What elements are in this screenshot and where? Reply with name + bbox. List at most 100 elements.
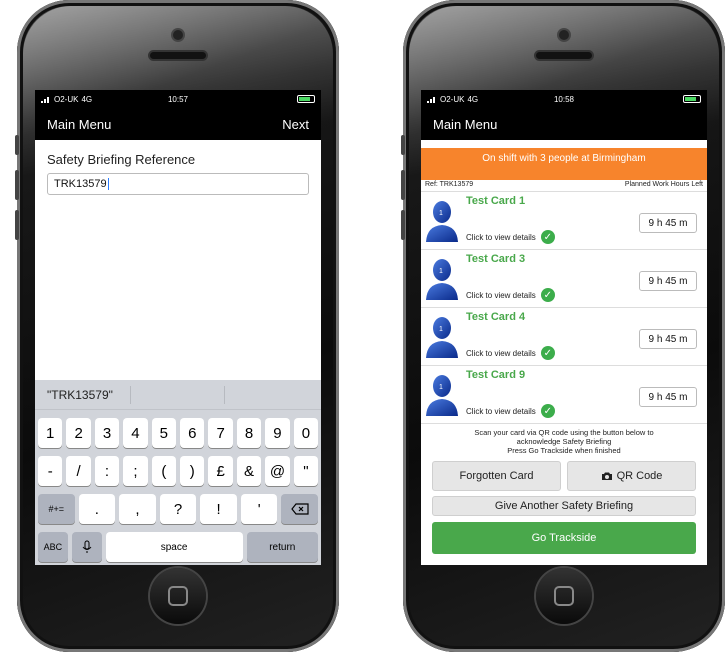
key-question[interactable]: ? (159, 494, 197, 524)
key-apostrophe[interactable]: ' (240, 494, 278, 524)
key-return[interactable]: return (246, 532, 319, 562)
ref-bar: Ref: TRK13579 Planned Work Hours Left (421, 180, 707, 191)
card-details-link[interactable]: Click to view details (466, 407, 536, 416)
list-item[interactable]: 1 Test Card 3 Click to view details ✓ 9 h… (421, 249, 707, 307)
hours-left: 9 h 45 m (639, 271, 697, 291)
shift-banner: On shift with 3 people at Birmingham (421, 148, 707, 180)
keyboard-row-bottom: ABC space return (35, 532, 321, 562)
key-3[interactable]: 3 (94, 418, 120, 448)
front-camera (173, 30, 183, 40)
key-period[interactable]: . (78, 494, 116, 524)
speaker (150, 52, 206, 59)
svg-text:1: 1 (439, 268, 443, 275)
card-title: Test Card 3 (466, 253, 526, 265)
go-trackside-button[interactable]: Go Trackside (432, 522, 696, 554)
card-title: Test Card 1 (466, 195, 526, 207)
main-menu-button[interactable]: Main Menu (47, 117, 111, 132)
key-at[interactable]: @ (265, 456, 290, 486)
key-semicolon[interactable]: ; (123, 456, 148, 486)
list-item[interactable]: 1 Test Card 4 Click to view details ✓ 9 h… (421, 307, 707, 365)
hours-left: 9 h 45 m (639, 387, 697, 407)
left-phone: O2-UK 4G 10:57 Main Menu Next Safety Bri… (17, 0, 339, 652)
carrier-name: O2-UK (54, 94, 79, 104)
card-details-link[interactable]: Click to view details (466, 349, 536, 358)
key-4[interactable]: 4 (123, 418, 148, 448)
status-bar: O2-UK 4G 10:57 (35, 90, 321, 108)
key-hyphen[interactable]: - (38, 456, 63, 486)
suggestion-item-empty[interactable] (131, 385, 225, 404)
scan-line-1: Scan your card via QR code using the but… (474, 428, 654, 437)
card-details-link[interactable]: Click to view details (466, 291, 536, 300)
list-item[interactable]: 1 Test Card 1 Click to view details ✓ 9 h… (421, 191, 707, 249)
right-screen: O2-UK 4G 10:58 Main Menu On shift with 3… (421, 90, 707, 565)
suggestion-item[interactable]: "TRK13579" (35, 385, 131, 404)
reference-input[interactable]: TRK13579 (47, 173, 309, 195)
main-menu-button[interactable]: Main Menu (433, 117, 497, 132)
key-9[interactable]: 9 (265, 418, 290, 448)
microphone-icon[interactable] (71, 532, 102, 562)
keyboard-row-punct: #+= . , ? ! ' (35, 494, 321, 524)
next-button[interactable]: Next (282, 117, 309, 132)
key-open-paren[interactable]: ( (151, 456, 177, 486)
check-icon: ✓ (540, 230, 555, 244)
keyboard-row-digits: 1 2 3 4 5 6 7 8 9 0 (35, 418, 321, 448)
list-item[interactable]: 1 Test Card 9 Click to view details ✓ 9 h… (421, 365, 707, 423)
go-trackside-label: Go Trackside (531, 532, 597, 544)
key-ampersand[interactable]: & (236, 456, 262, 486)
forgotten-card-button[interactable]: Forgotten Card (432, 461, 561, 491)
give-another-label: Give Another Safety Briefing (494, 500, 634, 512)
text-caret (107, 178, 109, 190)
front-camera (559, 30, 569, 40)
key-pound[interactable]: £ (208, 456, 233, 486)
key-0[interactable]: 0 (293, 418, 319, 448)
backspace-icon[interactable] (281, 494, 319, 524)
key-7[interactable]: 7 (208, 418, 233, 448)
home-button[interactable] (150, 568, 206, 624)
key-space[interactable]: space (105, 532, 243, 562)
person-avatar-icon: 1 (425, 372, 465, 424)
network-type: 4G (467, 94, 479, 104)
battery-icon (297, 95, 315, 103)
check-icon: ✓ (540, 346, 555, 360)
carrier-name: O2-UK (440, 94, 465, 104)
nav-bar: Main Menu (421, 108, 707, 140)
key-abc[interactable]: ABC (38, 532, 68, 562)
key-quote[interactable]: " (293, 456, 319, 486)
card-details-link[interactable]: Click to view details (466, 233, 536, 242)
check-icon: ✓ (540, 288, 555, 302)
left-screen: O2-UK 4G 10:57 Main Menu Next Safety Bri… (35, 90, 321, 565)
home-button[interactable] (536, 568, 592, 624)
svg-text:1: 1 (439, 326, 443, 333)
card-title: Test Card 9 (466, 369, 526, 381)
forgotten-card-label: Forgotten Card (459, 470, 534, 482)
nav-bar: Main Menu Next (35, 108, 321, 140)
right-phone: O2-UK 4G 10:58 Main Menu On shift with 3… (403, 0, 725, 652)
person-avatar-icon: 1 (425, 198, 465, 250)
qr-code-button[interactable]: QR Code (567, 461, 696, 491)
key-more-symbols[interactable]: #+= (38, 494, 75, 524)
key-colon[interactable]: : (94, 456, 120, 486)
signal-icon (427, 96, 437, 103)
person-avatar-icon: 1 (425, 256, 465, 308)
svg-text:1: 1 (439, 210, 443, 217)
key-8[interactable]: 8 (236, 418, 262, 448)
key-exclamation[interactable]: ! (200, 494, 237, 524)
key-close-paren[interactable]: ) (180, 456, 205, 486)
key-2[interactable]: 2 (66, 418, 91, 448)
key-5[interactable]: 5 (151, 418, 177, 448)
give-another-briefing-button[interactable]: Give Another Safety Briefing (432, 496, 696, 516)
hours-left: 9 h 45 m (639, 329, 697, 349)
key-slash[interactable]: / (66, 456, 91, 486)
person-avatar-icon: 1 (425, 314, 465, 366)
qr-code-label: QR Code (616, 470, 663, 482)
key-6[interactable]: 6 (180, 418, 205, 448)
key-comma[interactable]: , (119, 494, 156, 524)
keyboard-row-symbols: - / : ; ( ) £ & @ " (35, 456, 321, 486)
status-bar: O2-UK 4G 10:58 (421, 90, 707, 108)
speaker (536, 52, 592, 59)
predictive-bar: "TRK13579" (35, 380, 321, 410)
reference-text: Ref: TRK13579 (425, 181, 474, 188)
keyboard: "TRK13579" 1 2 3 4 5 6 7 8 9 0 - / : ; ( (35, 380, 321, 565)
key-1[interactable]: 1 (38, 418, 63, 448)
hours-header: Planned Work Hours Left (624, 181, 703, 188)
